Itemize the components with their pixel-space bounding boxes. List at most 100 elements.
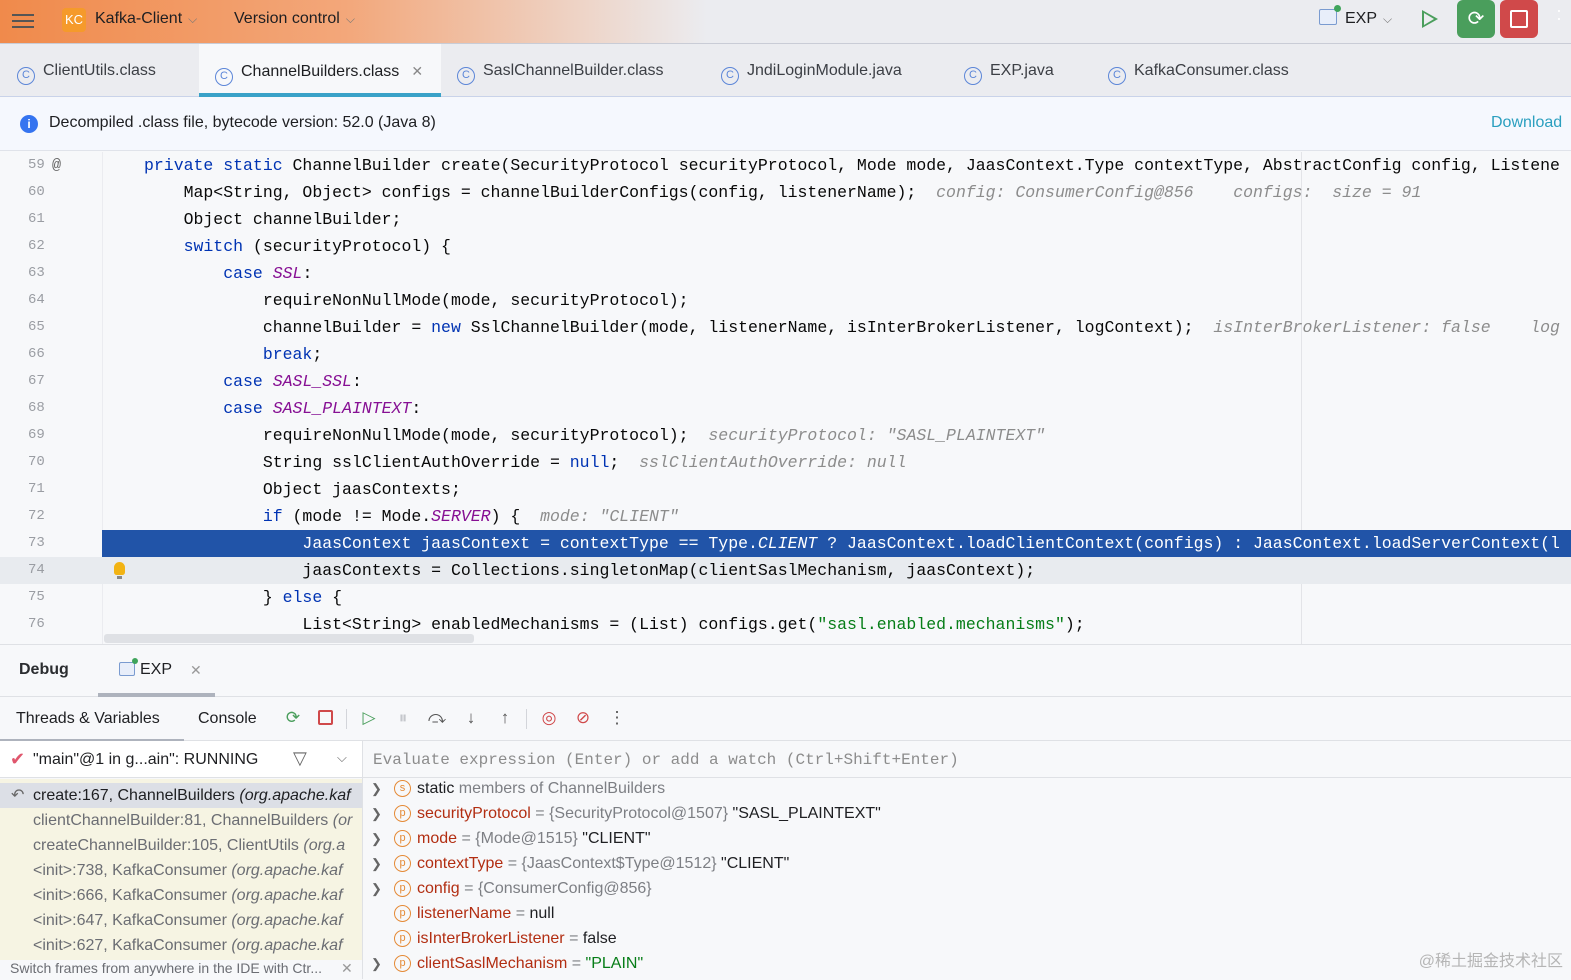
inline-debug-value: securityProtocol: "SASL_PLAINTEXT" bbox=[708, 426, 1046, 445]
code-editor[interactable]: 59 @ private static ChannelBuilder create(… bbox=[0, 152, 1571, 644]
stop-icon[interactable] bbox=[314, 707, 336, 729]
close-icon[interactable]: ✕ bbox=[411, 63, 423, 79]
stack-frame[interactable]: ↶ create:167, ChannelBuilders (org.apache… bbox=[0, 783, 362, 808]
stack-frame[interactable]: <init>:666, KafkaConsumer (org.apache.ka… bbox=[0, 883, 362, 908]
run-config-icon bbox=[1319, 5, 1341, 25]
rerun-debug-button[interactable]: ⟳ bbox=[1457, 0, 1495, 38]
expand-arrow-icon[interactable]: ❯ bbox=[371, 951, 382, 976]
line-number[interactable]: 61 bbox=[28, 206, 58, 233]
expand-arrow-icon[interactable]: ❯ bbox=[371, 801, 382, 826]
expand-arrow-icon[interactable]: ❯ bbox=[371, 876, 382, 901]
vcs-menu[interactable]: Version control ⌵ bbox=[234, 10, 355, 28]
expand-arrow-icon[interactable]: ❯ bbox=[371, 851, 382, 876]
tab-label: EXP.java bbox=[990, 62, 1054, 79]
code-line[interactable]: 67 case SASL_SSL: bbox=[0, 368, 1571, 395]
code-line[interactable]: 70 String sslClientAuthOverride = null; … bbox=[0, 449, 1571, 476]
execution-line[interactable]: 73 JaasContext jaasContext = contextType… bbox=[0, 530, 1571, 557]
tab-threads-variables[interactable]: Threads & Variables bbox=[0, 710, 184, 743]
stop-button[interactable] bbox=[1500, 0, 1538, 38]
run-icon[interactable] bbox=[1422, 10, 1438, 28]
code-line[interactable]: 74 jaasContexts = Collections.singletonM… bbox=[0, 557, 1571, 584]
horizontal-scrollbar[interactable] bbox=[104, 634, 474, 643]
code-token: Map<String, Object> configs = channelBui… bbox=[144, 183, 937, 202]
variable-name: contextType bbox=[417, 855, 504, 872]
annotation-icon[interactable]: @ bbox=[52, 152, 61, 179]
tab-label: ChannelBuilders.class bbox=[241, 63, 400, 80]
chevron-down-icon[interactable]: ⌵ bbox=[337, 750, 347, 766]
stack-frame[interactable]: <init>:627, KafkaConsumer (org.apache.ka… bbox=[0, 933, 362, 958]
line-number[interactable]: 71 bbox=[28, 476, 58, 503]
inline-debug-value: mode: "CLIENT" bbox=[540, 507, 679, 526]
lightbulb-icon[interactable] bbox=[114, 562, 125, 579]
thread-selector[interactable]: ✔ "main"@1 in g...ain": RUNNING ▽ ⌵ bbox=[0, 741, 362, 778]
line-number[interactable]: 74 bbox=[28, 557, 58, 584]
line-number[interactable]: 65 bbox=[28, 314, 58, 341]
code-line[interactable]: 66 break; bbox=[0, 341, 1571, 368]
code-text: JaasContext jaasContext = contextType ==… bbox=[144, 530, 1560, 557]
line-number[interactable]: 64 bbox=[28, 287, 58, 314]
line-number[interactable]: 67 bbox=[28, 368, 58, 395]
stack-frame[interactable]: <init>:738, KafkaConsumer (org.apache.ka… bbox=[0, 858, 362, 883]
tab-clientutils[interactable]: C ClientUtils.class bbox=[17, 44, 156, 97]
tab-kafkaconsumer[interactable]: C KafkaConsumer.class bbox=[1108, 44, 1289, 97]
step-into-icon[interactable]: ↓ bbox=[460, 707, 482, 729]
code-line[interactable]: 59 @ private static ChannelBuilder create(… bbox=[0, 152, 1571, 179]
filter-icon[interactable]: ▽ bbox=[293, 748, 307, 769]
code-line[interactable]: 64 requireNonNullMode(mode, securityProt… bbox=[0, 287, 1571, 314]
project-selector[interactable]: Kafka-Client ⌵ bbox=[95, 10, 197, 28]
tab-jndiloginmodule[interactable]: C JndiLoginModule.java bbox=[721, 44, 902, 97]
evaluate-expression-input[interactable]: Evaluate expression (Enter) or add a wat… bbox=[363, 741, 1571, 778]
line-number[interactable]: 73 bbox=[28, 530, 58, 557]
line-number[interactable]: 75 bbox=[28, 584, 58, 611]
code-line[interactable]: 62 switch (securityProtocol) { bbox=[0, 233, 1571, 260]
frame-package: (or bbox=[332, 812, 353, 829]
variable-value: null bbox=[529, 905, 555, 922]
stack-frame[interactable]: createChannelBuilder:105, ClientUtils (o… bbox=[0, 833, 362, 858]
code-line[interactable]: 63 case SSL: bbox=[0, 260, 1571, 287]
code-line[interactable]: 72 if (mode != Mode.SERVER) { mode: "CLI… bbox=[0, 503, 1571, 530]
more-icon[interactable]: · · bbox=[1556, 1, 1562, 27]
line-number[interactable]: 72 bbox=[28, 503, 58, 530]
code-line[interactable]: 68 case SASL_PLAINTEXT: bbox=[0, 395, 1571, 422]
stack-frame[interactable]: clientChannelBuilder:81, ChannelBuilders… bbox=[0, 808, 362, 833]
mute-breakpoints-icon[interactable]: ⊘ bbox=[572, 707, 594, 729]
line-number[interactable]: 66 bbox=[28, 341, 58, 368]
pause-icon[interactable]: ⏸ bbox=[392, 707, 414, 729]
debug-session-tab[interactable]: EXP ✕ bbox=[98, 645, 215, 697]
code-line[interactable]: 75 } else { bbox=[0, 584, 1571, 611]
debug-header: Debug EXP ✕ bbox=[0, 645, 1571, 697]
code-line[interactable]: 69 requireNonNullMode(mode, securityProt… bbox=[0, 422, 1571, 449]
run-config-selector[interactable]: EXP ⌵ bbox=[1345, 10, 1392, 28]
tab-exp[interactable]: C EXP.java bbox=[964, 44, 1054, 97]
line-number[interactable]: 76 bbox=[28, 611, 58, 638]
tab-channelbuilders[interactable]: C ChannelBuilders.class ✕ bbox=[199, 44, 441, 97]
close-icon[interactable]: ✕ bbox=[190, 662, 202, 679]
download-sources-link[interactable]: Download bbox=[1491, 114, 1562, 132]
stack-frame[interactable]: <init>:647, KafkaConsumer (org.apache.ka… bbox=[0, 908, 362, 933]
resume-icon[interactable]: ▷ bbox=[358, 707, 380, 729]
rerun-icon[interactable]: ⟳ bbox=[282, 707, 304, 729]
code-text: case SSL: bbox=[144, 260, 312, 287]
step-over-icon[interactable]: ⤼ bbox=[426, 707, 448, 729]
frame-package: (org.apache.kaf bbox=[231, 912, 343, 929]
step-out-icon[interactable]: ↑ bbox=[494, 707, 516, 729]
close-icon[interactable]: ✕ bbox=[341, 960, 353, 977]
line-number[interactable]: 60 bbox=[28, 179, 58, 206]
code-line[interactable]: 71 Object jaasContexts; bbox=[0, 476, 1571, 503]
line-number[interactable]: 70 bbox=[28, 449, 58, 476]
line-number[interactable]: 69 bbox=[28, 422, 58, 449]
code-line[interactable]: 65 channelBuilder = new SslChannelBuilde… bbox=[0, 314, 1571, 341]
expand-arrow-icon[interactable]: ❯ bbox=[371, 776, 382, 801]
tab-saslchannelbuilder[interactable]: C SaslChannelBuilder.class bbox=[457, 44, 664, 97]
tab-console[interactable]: Console bbox=[198, 710, 257, 728]
code-line[interactable]: 61 Object channelBuilder; bbox=[0, 206, 1571, 233]
code-line[interactable]: 60 Map<String, Object> configs = channel… bbox=[0, 179, 1571, 206]
view-breakpoints-icon[interactable]: ◎ bbox=[538, 707, 560, 729]
code-token: Object channelBuilder; bbox=[144, 210, 402, 229]
more-icon[interactable]: ⋮ bbox=[606, 707, 628, 729]
line-number[interactable]: 62 bbox=[28, 233, 58, 260]
main-menu-icon[interactable] bbox=[12, 10, 34, 30]
expand-arrow-icon[interactable]: ❯ bbox=[371, 826, 382, 851]
line-number[interactable]: 63 bbox=[28, 260, 58, 287]
line-number[interactable]: 68 bbox=[28, 395, 58, 422]
